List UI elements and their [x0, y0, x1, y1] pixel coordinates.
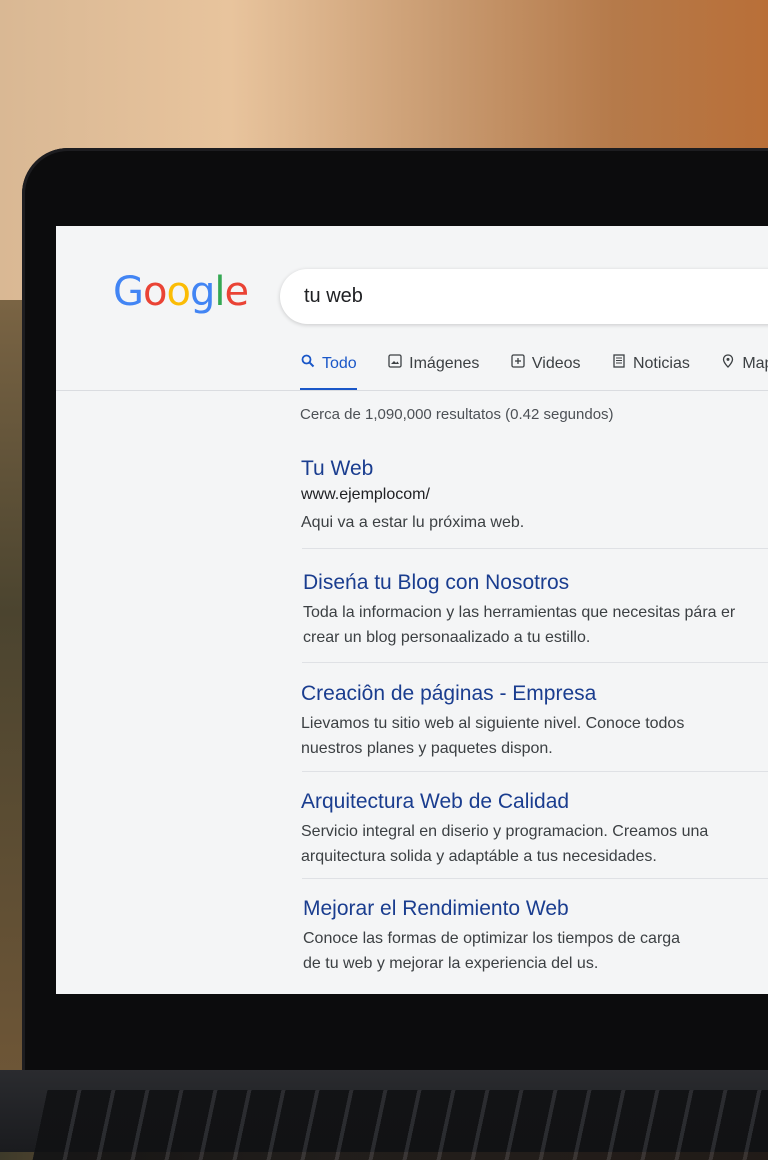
result-divider	[302, 548, 768, 549]
logo-letter: g	[189, 269, 215, 315]
snippet-line: de tu web y mejorar la experiencia del u…	[303, 955, 599, 972]
logo-letter: l	[214, 269, 225, 315]
browser-screen: Google Todo Imágenes Videos Noticias	[56, 226, 768, 994]
snippet-line: crear un blog personaalizado a tu estill…	[303, 629, 591, 646]
search-result: Tu Web www.ejemplocom/ Aqui va a estar l…	[301, 456, 768, 535]
search-result: Diseńa tu Blog con Nosotros Toda la info…	[303, 570, 768, 650]
tab-todo[interactable]: Todo	[300, 354, 357, 391]
logo-letter: o	[143, 269, 168, 315]
tab-maps[interactable]: Maps	[720, 354, 768, 388]
news-icon	[611, 354, 627, 371]
result-title-link[interactable]: Arquitectura Web de Calidad	[301, 789, 768, 815]
tab-noticias[interactable]: Noticias	[611, 354, 690, 388]
snippet-line: nuestros planes y paquetes dispon.	[301, 740, 553, 757]
result-title-link[interactable]: Creaciôn de páginas - Empresa	[301, 681, 768, 707]
result-title-link[interactable]: Diseńa tu Blog con Nosotros	[303, 570, 768, 596]
search-bar[interactable]	[280, 269, 768, 324]
search-result: Mejorar el Rendimiento Web Conoce las fo…	[303, 896, 768, 976]
result-divider	[302, 662, 768, 663]
search-tabs: Todo Imágenes Videos Noticias Maps	[300, 354, 768, 394]
tab-label: Videos	[531, 355, 581, 372]
snippet-line: Servicio integral en diserio y programac…	[301, 823, 709, 840]
result-stats: Cerca de 1,090,000 resultatos (0.42 segu…	[300, 406, 614, 423]
result-snippet: Aqui va a estar lu próxima web.	[301, 514, 525, 531]
logo-letter: e	[224, 269, 249, 315]
tab-label: Noticias	[632, 355, 690, 372]
image-icon	[387, 354, 403, 371]
tabs-divider	[56, 390, 768, 391]
snippet-line: Toda la informacion y las herramientas q…	[303, 604, 736, 621]
search-result: Creaciôn de páginas - Empresa Lievamos t…	[301, 681, 768, 761]
map-pin-icon	[720, 354, 736, 371]
result-title-link[interactable]: Tu Web	[301, 456, 768, 482]
tab-label: Maps	[742, 355, 768, 372]
tab-videos[interactable]: Videos	[510, 354, 581, 388]
result-snippet: Toda la informacion y las herramientas q…	[303, 600, 768, 650]
result-divider	[302, 771, 768, 772]
result-snippet: Servicio integral en diserio y programac…	[301, 819, 768, 869]
search-icon	[300, 354, 316, 371]
google-logo[interactable]: Google	[113, 269, 249, 315]
search-result: Arquitectura Web de Calidad Servicio int…	[301, 789, 768, 869]
result-divider	[302, 878, 768, 879]
snippet-line: arquitectura solida y adaptáble a tus ne…	[301, 848, 657, 865]
tab-imagenes[interactable]: Imágenes	[387, 354, 479, 388]
logo-letter: o	[166, 269, 191, 315]
result-snippet: Lievamos tu sitio web al siguiente nivel…	[301, 711, 768, 761]
video-icon	[510, 354, 526, 371]
result-title-link[interactable]: Mejorar el Rendimiento Web	[303, 896, 768, 922]
result-url[interactable]: www.ejemplocom/	[301, 484, 768, 506]
snippet-line: Conoce las formas de optimizar los tiemp…	[303, 930, 681, 947]
tab-label: Todo	[322, 355, 357, 372]
result-snippet: Conoce las formas de optimizar los tiemp…	[303, 926, 768, 976]
keyboard	[32, 1090, 768, 1160]
snippet-line: Lievamos tu sitio web al siguiente nivel…	[301, 715, 685, 732]
search-input[interactable]	[304, 283, 768, 309]
tab-label: Imágenes	[409, 355, 480, 372]
logo-letter: G	[113, 269, 144, 315]
